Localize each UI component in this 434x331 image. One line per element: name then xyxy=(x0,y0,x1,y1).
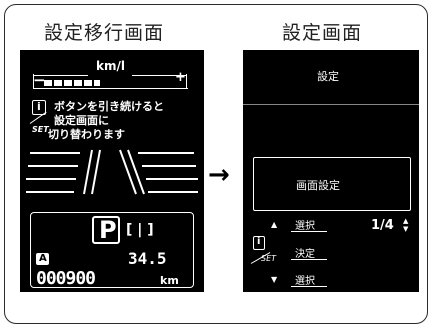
down-arrow-icon: ▼ xyxy=(271,275,278,284)
up-arrow-icon: ▲ xyxy=(271,220,278,229)
gear-aux-indicator: [ | ] xyxy=(126,222,154,238)
decide-label: 決定 xyxy=(295,249,315,260)
gauge-baseline xyxy=(33,88,188,89)
message-line-3: 切り替わります xyxy=(48,128,125,141)
decide-underline xyxy=(291,259,327,260)
set-label-right: SET xyxy=(261,254,277,263)
odometer-unit: km xyxy=(160,274,179,287)
left-caption: 設定移行画面 xyxy=(44,22,165,44)
settings-header: 設定 xyxy=(317,70,339,83)
road-lines-graphic xyxy=(26,149,198,195)
page-indicator: 1/4 xyxy=(371,218,394,233)
gauge-unit: km/l xyxy=(96,59,125,73)
gauge-plus-icon: + xyxy=(175,70,186,85)
menu-item-display-settings[interactable]: 画面設定 xyxy=(253,157,411,211)
page-scroll-arrows-icon: ▲▼ xyxy=(403,217,409,233)
gauge-right-cap xyxy=(186,74,187,89)
fuel-economy-value: 34.5 xyxy=(128,249,167,268)
set-label: SET xyxy=(32,125,49,134)
select-label-down: 選択 xyxy=(295,276,315,287)
trip-a-badge: A xyxy=(36,253,49,265)
select-underline-down xyxy=(291,286,327,287)
select-label-up: 選択 xyxy=(295,221,315,232)
header-divider xyxy=(243,104,419,105)
gear-indicator: P xyxy=(92,216,120,244)
gauge-left-cap xyxy=(33,74,34,89)
settings-screen: 設定 画面設定 ▲ 選択 1/4 ▲▼ i SET 決定 ▼ 選択 xyxy=(243,50,419,292)
right-caption: 設定画面 xyxy=(282,22,363,44)
settings-transition-screen: km/l − + i SET ボタンを引き続けると 設定画面に 切り替わります xyxy=(20,50,204,292)
odometer-value: 000900 xyxy=(36,268,96,289)
select-underline-up xyxy=(291,231,327,232)
set-info-icon: i xyxy=(253,236,265,250)
transition-arrow-icon: → xyxy=(208,160,230,190)
